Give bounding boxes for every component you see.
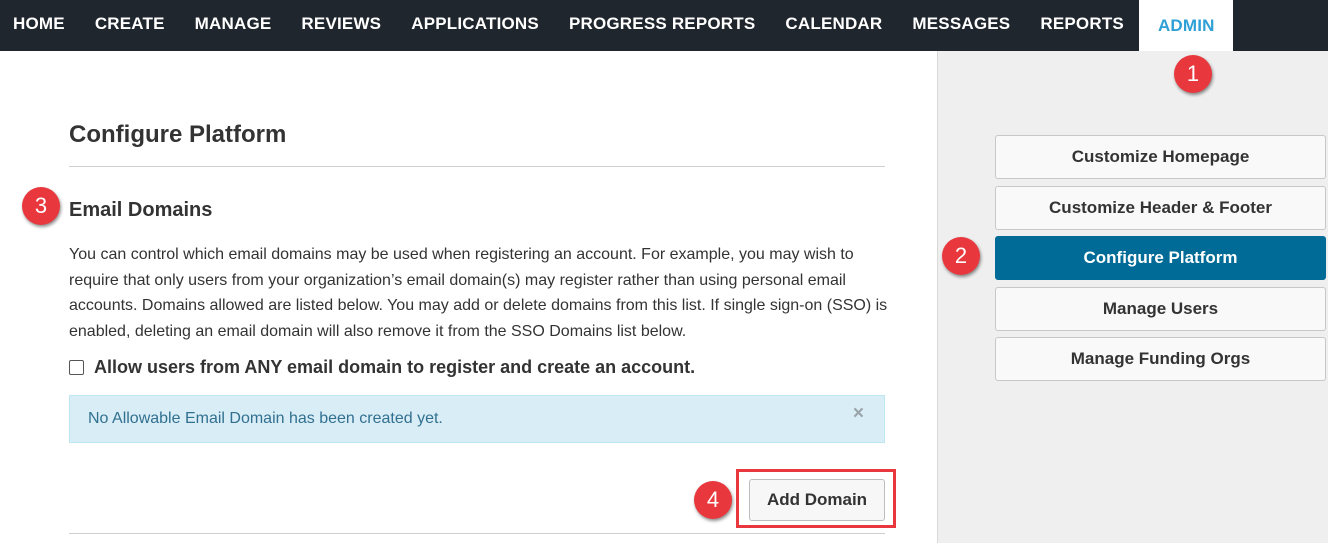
top-navigation-bar: HOME CREATE MANAGE REVIEWS APPLICATIONS … <box>0 0 1328 54</box>
step-marker-3: 3 <box>22 187 60 225</box>
nav-progress-reports[interactable]: PROGRESS REPORTS <box>554 0 770 48</box>
title-divider <box>69 166 885 167</box>
sidebar-item-manage-users[interactable]: Manage Users <box>995 287 1326 331</box>
alert-message: No Allowable Email Domain has been creat… <box>88 410 443 427</box>
step-marker-2: 2 <box>942 237 980 275</box>
allow-any-domain-row: Allow users from ANY email domain to reg… <box>69 357 695 378</box>
nav-applications[interactable]: APPLICATIONS <box>396 0 554 48</box>
close-icon[interactable]: × <box>853 403 864 425</box>
email-domains-description: You can control which email domains may … <box>69 246 888 340</box>
step-marker-4: 4 <box>694 481 732 519</box>
sidebar-item-configure-platform[interactable]: Configure Platform <box>995 236 1326 280</box>
sidebar-item-customize-header-footer[interactable]: Customize Header & Footer <box>995 186 1326 230</box>
sidebar-item-manage-funding-orgs[interactable]: Manage Funding Orgs <box>995 337 1326 381</box>
page-title: Configure Platform <box>69 121 287 148</box>
nav-home[interactable]: HOME <box>0 0 80 48</box>
add-domain-button[interactable]: Add Domain <box>749 479 885 521</box>
admin-sidebar: Customize Homepage Customize Header & Fo… <box>937 51 1328 543</box>
nav-calendar[interactable]: CALENDAR <box>770 0 897 48</box>
info-alert: No Allowable Email Domain has been creat… <box>69 395 885 443</box>
section-title-email-domains: Email Domains <box>69 199 213 221</box>
nav-manage[interactable]: MANAGE <box>180 0 287 48</box>
nav-reviews[interactable]: REVIEWS <box>286 0 396 48</box>
nav-admin[interactable]: ADMIN <box>1138 0 1233 54</box>
nav-reports[interactable]: REPORTS <box>1025 0 1139 48</box>
main-content: Configure Platform Email Domains You can… <box>0 51 937 543</box>
step-marker-1: 1 <box>1174 55 1212 93</box>
section-divider <box>69 533 885 534</box>
allow-any-domain-checkbox[interactable] <box>69 360 84 375</box>
allow-any-domain-label[interactable]: Allow users from ANY email domain to reg… <box>94 357 695 378</box>
nav-create[interactable]: CREATE <box>80 0 180 48</box>
nav-messages[interactable]: MESSAGES <box>897 0 1025 48</box>
sidebar-item-customize-homepage[interactable]: Customize Homepage <box>995 135 1326 179</box>
